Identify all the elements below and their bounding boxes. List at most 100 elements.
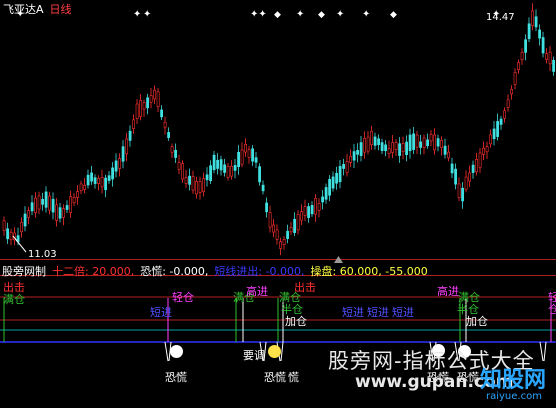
candle-body: [391, 142, 395, 153]
candle-body: [188, 175, 192, 185]
candle-body: [132, 119, 136, 129]
candle-body: [265, 202, 269, 213]
candle-body: [450, 163, 454, 174]
candle-body: [534, 16, 538, 28]
candle-body: [475, 159, 479, 173]
candle-body: [517, 62, 521, 71]
candle-body: [300, 211, 304, 221]
candle-body: [447, 151, 451, 159]
candle-body: [251, 148, 255, 162]
candle-body: [520, 51, 524, 60]
candle-body: [496, 121, 500, 137]
signal-label: 出击: [294, 281, 316, 294]
candle-body: [454, 168, 458, 185]
candle-body: [538, 29, 542, 39]
candle-body: [244, 144, 248, 153]
candle-body: [419, 141, 423, 148]
candle-body: [307, 206, 311, 218]
candle-body: [6, 228, 10, 240]
candle-body: [370, 130, 374, 145]
candle-body: [27, 210, 31, 218]
candle-body: [156, 91, 160, 107]
candle-body: [461, 187, 465, 202]
signal-label: 轻仓: [172, 291, 194, 304]
candle-body: [380, 142, 384, 151]
candle-body: [394, 142, 398, 150]
candle-body: [219, 159, 223, 171]
candle-body: [86, 174, 90, 186]
candle-body: [513, 72, 517, 85]
candle-body: [552, 59, 556, 72]
candle-body: [335, 172, 339, 184]
candle-body: [317, 203, 321, 211]
candle-body: [258, 166, 262, 183]
candle-body: [464, 176, 468, 190]
candle-body: [83, 184, 87, 190]
candle-body: [296, 213, 300, 231]
candle-body: [205, 174, 209, 181]
signal-label: 轻仓: [548, 291, 556, 316]
signal-label: 满仓: [3, 293, 25, 306]
candle-body: [48, 195, 52, 211]
candle-body: [426, 139, 430, 147]
candle-body: [97, 178, 101, 184]
candlestick-chart: [2, 3, 556, 256]
candle-body: [289, 227, 293, 233]
panic-label: 恐慌: [165, 371, 187, 384]
candle-body: [384, 144, 388, 152]
candle-body: [261, 184, 265, 192]
candle-body: [436, 138, 440, 147]
candle-body: [531, 10, 535, 26]
adjust-label: 要调: [243, 349, 265, 362]
candle-body: [72, 196, 76, 204]
candle-body: [359, 142, 363, 156]
candle-body: [135, 103, 139, 119]
signal-label: 加仓: [466, 315, 488, 328]
candle-body: [128, 130, 132, 141]
candle-body: [429, 134, 433, 142]
candle-body: [174, 149, 178, 158]
candle-body: [548, 51, 552, 65]
logo-text: 知股网: [480, 368, 547, 393]
candle-body: [377, 138, 381, 146]
candle-body: [345, 161, 349, 173]
candle-body: [163, 122, 167, 128]
candle-body: [506, 99, 510, 108]
candle-body: [492, 128, 496, 140]
signal-label: 高进: [246, 285, 268, 298]
candle-body: [471, 164, 475, 173]
candle-body: [226, 166, 230, 178]
candle-body: [342, 164, 346, 169]
candle-body: [352, 151, 356, 161]
signal-label: 加仓: [285, 315, 307, 328]
signal-label: 高进: [437, 285, 459, 298]
candle-body: [457, 183, 461, 198]
candle-body: [356, 150, 360, 155]
candle-body: [324, 187, 328, 200]
candle-body: [314, 198, 318, 215]
signal-label: 短进: [342, 306, 364, 319]
panic-mark: [543, 341, 547, 362]
candle-body: [499, 118, 503, 125]
candle-body: [198, 181, 202, 193]
candle-body: [240, 149, 244, 165]
candle-body: [286, 230, 290, 239]
candle-body: [401, 143, 405, 152]
candle-body: [405, 141, 409, 155]
candle-body: [363, 138, 367, 153]
candle-body: [422, 137, 426, 148]
candle-body: [125, 138, 129, 155]
candle-body: [223, 164, 227, 173]
candle-body: [545, 53, 549, 60]
candle-body: [433, 134, 437, 151]
candle-body: [489, 134, 493, 145]
candle-body: [93, 177, 97, 184]
candle-body: [524, 39, 528, 53]
candle-body: [216, 159, 220, 169]
candle-body: [443, 145, 447, 155]
candle-body: [69, 196, 73, 213]
candle-body: [160, 109, 164, 118]
candle-body: [331, 176, 335, 189]
candle-body: [282, 239, 286, 245]
candle-body: [146, 97, 150, 109]
